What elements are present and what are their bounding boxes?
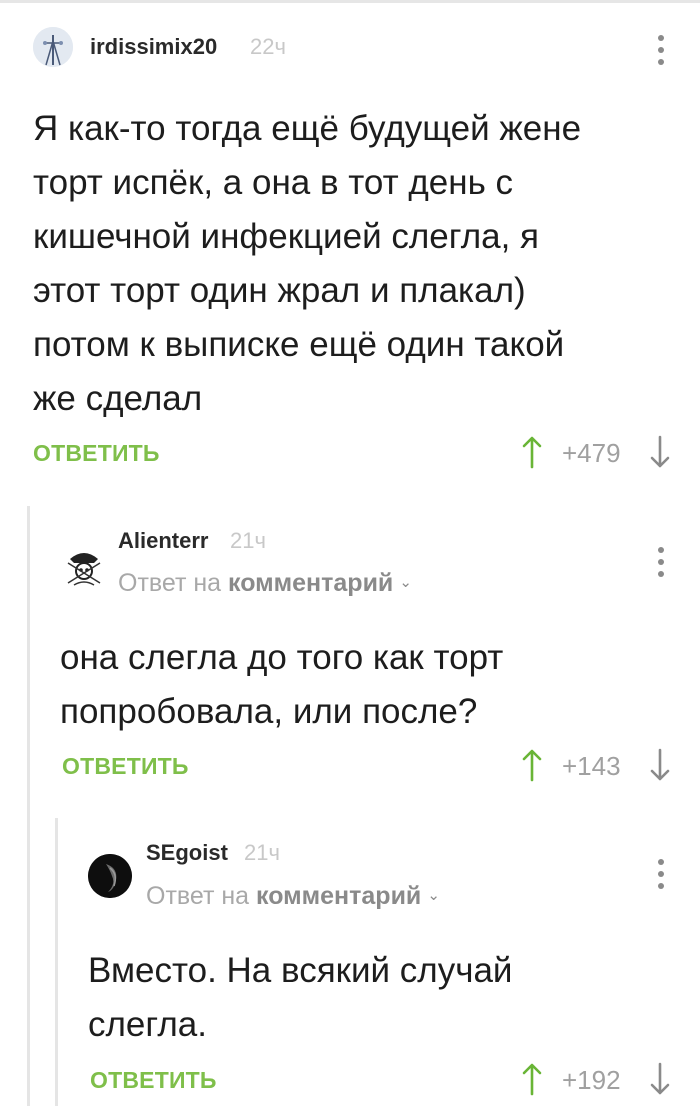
reply-to-target[interactable]: комментарий xyxy=(256,882,421,910)
comment: Alienterr 21ч Ответ на комментарий ⌄ она … xyxy=(30,500,700,806)
rating-value: +143 xyxy=(562,751,621,781)
downvote-arrow-icon[interactable] xyxy=(648,747,672,783)
avatar[interactable] xyxy=(60,543,108,591)
upvote-arrow-icon[interactable] xyxy=(520,1061,544,1097)
comment-time: 21ч xyxy=(244,840,280,865)
author-name[interactable]: SEgoist xyxy=(146,840,228,866)
downvote-arrow-icon[interactable] xyxy=(648,434,672,470)
rating-value: +479 xyxy=(562,438,621,468)
upvote-arrow-icon[interactable] xyxy=(520,434,544,470)
reply-button[interactable]: ОТВЕТИТЬ xyxy=(90,1067,217,1094)
chevron-down-icon[interactable]: ⌄ xyxy=(399,573,412,591)
comment-text: она слегла до того как торт попробовала,… xyxy=(60,638,504,731)
rating-controls: +143 xyxy=(520,747,680,787)
downvote-arrow-icon[interactable] xyxy=(648,1061,672,1097)
reply-to-prefix: Ответ на xyxy=(146,882,250,910)
reply-to-target[interactable]: комментарий xyxy=(228,569,393,597)
author-name[interactable]: irdissimix20 xyxy=(90,34,217,60)
avatar-pirate-image xyxy=(60,543,108,591)
reply-to-link[interactable]: Ответ на комментарий ⌄ xyxy=(146,882,440,911)
rating-controls: +479 xyxy=(520,434,680,474)
more-menu-icon[interactable] xyxy=(653,545,669,579)
reply-to-prefix: Ответ на xyxy=(118,569,222,597)
author-name[interactable]: Alienterr xyxy=(118,528,208,554)
avatar-tower-image xyxy=(33,27,73,67)
avatar[interactable] xyxy=(88,854,132,898)
reply-button[interactable]: ОТВЕТИТЬ xyxy=(62,753,189,780)
more-menu-icon[interactable] xyxy=(653,857,669,891)
rating-controls: +192 xyxy=(520,1061,680,1101)
avatar-dark-image xyxy=(88,854,132,898)
avatar[interactable] xyxy=(33,27,73,67)
reply-button[interactable]: ОТВЕТИТЬ xyxy=(33,440,160,467)
upvote-arrow-icon[interactable] xyxy=(520,747,544,783)
comment: irdissimix20 22ч Я как-то тогда ещё буду… xyxy=(0,0,700,490)
chevron-down-icon[interactable]: ⌄ xyxy=(427,886,440,904)
comment-time: 21ч xyxy=(230,528,266,553)
reply-to-link[interactable]: Ответ на комментарий ⌄ xyxy=(118,569,412,598)
comment: SEgoist 21ч Ответ на комментарий ⌄ Вместо… xyxy=(58,812,700,1106)
rating-value: +192 xyxy=(562,1065,621,1095)
comment-time: 22ч xyxy=(250,34,286,59)
comment-text: Я как-то тогда ещё будущей жене торт исп… xyxy=(33,109,582,418)
more-menu-icon[interactable] xyxy=(653,33,669,67)
comment-text: Вместо. На всякий случай слегла. xyxy=(88,951,513,1044)
